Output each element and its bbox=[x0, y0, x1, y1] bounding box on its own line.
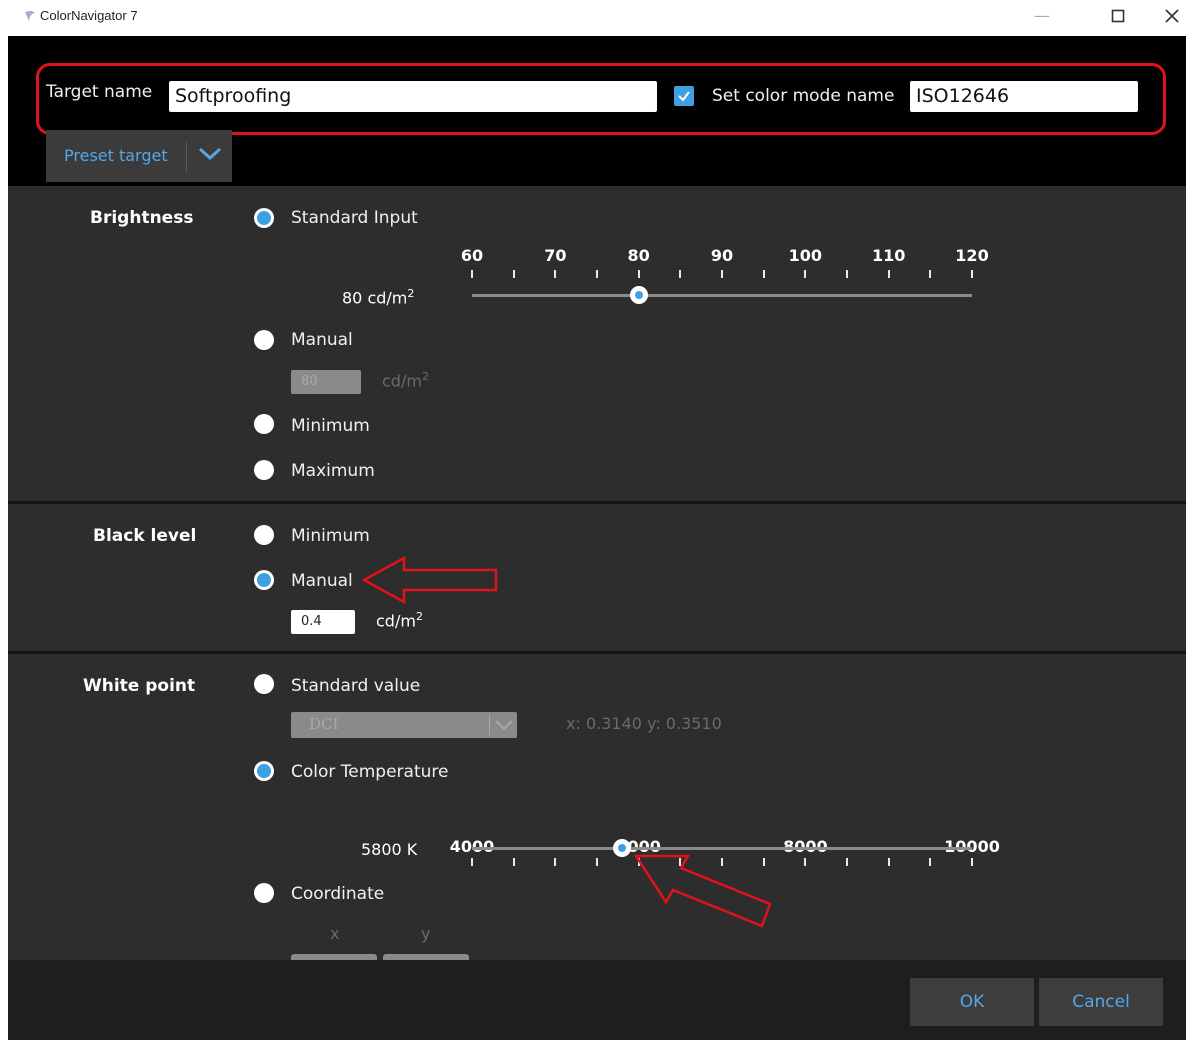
black-level-section: Black level Minimum Manual 0.4 cd/m2 bbox=[8, 504, 1186, 651]
brightness-slider-tick bbox=[804, 270, 807, 278]
brightness-slider-tick bbox=[679, 270, 682, 278]
brightness-title: Brightness bbox=[90, 208, 194, 228]
black-level-manual-radio[interactable] bbox=[254, 570, 274, 590]
brightness-manual-label: Manual bbox=[291, 330, 353, 350]
set-color-mode-label: Set color mode name bbox=[712, 86, 895, 106]
white-point-standard-value-radio[interactable] bbox=[254, 674, 274, 694]
white-point-color-temperature-radio[interactable] bbox=[254, 761, 274, 781]
target-header: Target name Set color mode name Preset t… bbox=[8, 36, 1186, 186]
preset-separator bbox=[186, 142, 187, 172]
black-level-manual-label: Manual bbox=[291, 571, 353, 591]
brightness-slider-tick-label: 60 bbox=[460, 246, 484, 265]
color-temperature-slider-tick bbox=[554, 858, 557, 866]
app-icon bbox=[25, 11, 35, 21]
color-temperature-slider-tick bbox=[887, 858, 890, 866]
brightness-slider-tick bbox=[929, 270, 932, 278]
standard-value-select[interactable]: DCI bbox=[291, 712, 517, 738]
brightness-manual-unit: cd/m2 bbox=[382, 370, 429, 391]
color-temperature-slider-tick bbox=[971, 858, 973, 866]
brightness-slider-tick bbox=[554, 270, 557, 278]
standard-value-coordinates: x: 0.3140 y: 0.3510 bbox=[566, 714, 722, 733]
chevron-down-icon bbox=[495, 720, 513, 731]
brightness-slider-tick-label: 100 bbox=[788, 246, 823, 265]
color-temperature-slider-tick bbox=[846, 858, 848, 866]
dialog-footer: OK Cancel bbox=[8, 960, 1186, 1040]
select-separator bbox=[489, 715, 490, 735]
brightness-slider-tick bbox=[596, 270, 598, 278]
chevron-down-icon bbox=[198, 147, 222, 161]
color-temperature-slider-knob[interactable] bbox=[613, 839, 631, 857]
brightness-standard-input-radio[interactable] bbox=[254, 208, 274, 228]
color-temperature-slider-tick bbox=[471, 858, 473, 866]
cancel-button[interactable]: Cancel bbox=[1039, 978, 1163, 1026]
standard-value-select-text: DCI bbox=[309, 715, 339, 733]
white-point-standard-value-label: Standard value bbox=[291, 676, 421, 696]
brightness-slider-tick bbox=[846, 270, 848, 278]
coordinate-y-label: y bbox=[421, 924, 431, 943]
brightness-slider-tick bbox=[471, 270, 473, 278]
preset-target-dropdown[interactable]: Preset target bbox=[46, 130, 232, 182]
black-level-title: Black level bbox=[93, 526, 197, 546]
brightness-value-label: 80 cd/m2 bbox=[342, 287, 415, 308]
brightness-slider-tick bbox=[971, 270, 973, 278]
dialog-window: Target name Set color mode name Preset t… bbox=[8, 36, 1186, 1040]
brightness-slider-tick bbox=[887, 270, 890, 278]
coordinate-x-label: x bbox=[330, 924, 340, 943]
brightness-slider-tick-label: 90 bbox=[710, 246, 734, 265]
target-name-input[interactable] bbox=[169, 81, 657, 112]
color-temperature-slider-tick bbox=[929, 858, 932, 866]
white-point-coordinate-radio[interactable] bbox=[254, 883, 274, 903]
brightness-slider-track[interactable] bbox=[472, 294, 972, 297]
black-level-minimum-radio[interactable] bbox=[254, 525, 274, 545]
maximize-icon bbox=[1111, 9, 1125, 23]
color-temperature-slider-tick bbox=[512, 858, 515, 866]
brightness-manual-radio[interactable] bbox=[254, 330, 274, 350]
preset-target-label: Preset target bbox=[64, 146, 168, 165]
close-icon bbox=[1165, 9, 1179, 23]
black-level-minimum-label: Minimum bbox=[291, 526, 370, 546]
brightness-slider-tick bbox=[637, 270, 640, 278]
brightness-slider-knob[interactable] bbox=[629, 286, 648, 304]
close-button[interactable] bbox=[1152, 4, 1186, 28]
checkmark-icon bbox=[678, 91, 690, 102]
brightness-slider-tick-label: 80 bbox=[627, 246, 650, 265]
color-temperature-slider-tick bbox=[596, 858, 598, 866]
brightness-slider-tick bbox=[721, 270, 723, 278]
white-point-section: White point Standard value DCI x: 0.3140… bbox=[8, 654, 1186, 964]
brightness-slider-tick bbox=[762, 270, 765, 278]
black-level-manual-input[interactable]: 0.4 bbox=[291, 610, 355, 634]
brightness-minimum-radio[interactable] bbox=[254, 414, 274, 434]
brightness-maximum-radio[interactable] bbox=[254, 460, 274, 480]
annotation-arrow-up-left bbox=[633, 854, 772, 928]
maximize-button[interactable] bbox=[1098, 4, 1138, 28]
title-bar: ColorNavigator 7 — bbox=[0, 0, 1186, 36]
target-name-label: Target name bbox=[46, 82, 153, 102]
color-temperature-value-label: 5800 K bbox=[361, 840, 418, 859]
white-point-coordinate-label: Coordinate bbox=[291, 884, 385, 904]
color-mode-name-input[interactable] bbox=[910, 81, 1138, 112]
window-title: ColorNavigator 7 bbox=[40, 8, 138, 23]
minimize-button[interactable]: — bbox=[1022, 4, 1062, 28]
ok-button[interactable]: OK bbox=[910, 978, 1034, 1026]
color-temperature-slider-tick bbox=[804, 858, 807, 866]
brightness-maximum-label: Maximum bbox=[291, 461, 375, 481]
brightness-slider-tick-label: 70 bbox=[544, 246, 567, 265]
brightness-minimum-label: Minimum bbox=[291, 416, 370, 436]
brightness-slider-tick bbox=[512, 270, 515, 278]
white-point-title: White point bbox=[83, 676, 196, 696]
brightness-section: Brightness Standard Input 60 70 80 90 100 110… bbox=[8, 186, 1186, 501]
color-temperature-slider-track[interactable] bbox=[472, 847, 972, 850]
brightness-slider-tick-label: 120 bbox=[955, 246, 989, 265]
black-level-unit: cd/m2 bbox=[376, 610, 423, 631]
annotation-arrow-left bbox=[362, 556, 498, 604]
brightness-standard-input-label: Standard Input bbox=[291, 208, 418, 228]
set-color-mode-checkbox[interactable] bbox=[674, 86, 694, 106]
brightness-slider-tick-label: 110 bbox=[871, 246, 906, 265]
white-point-color-temperature-label: Color Temperature bbox=[291, 762, 449, 782]
brightness-manual-input[interactable]: 80 bbox=[291, 370, 361, 394]
